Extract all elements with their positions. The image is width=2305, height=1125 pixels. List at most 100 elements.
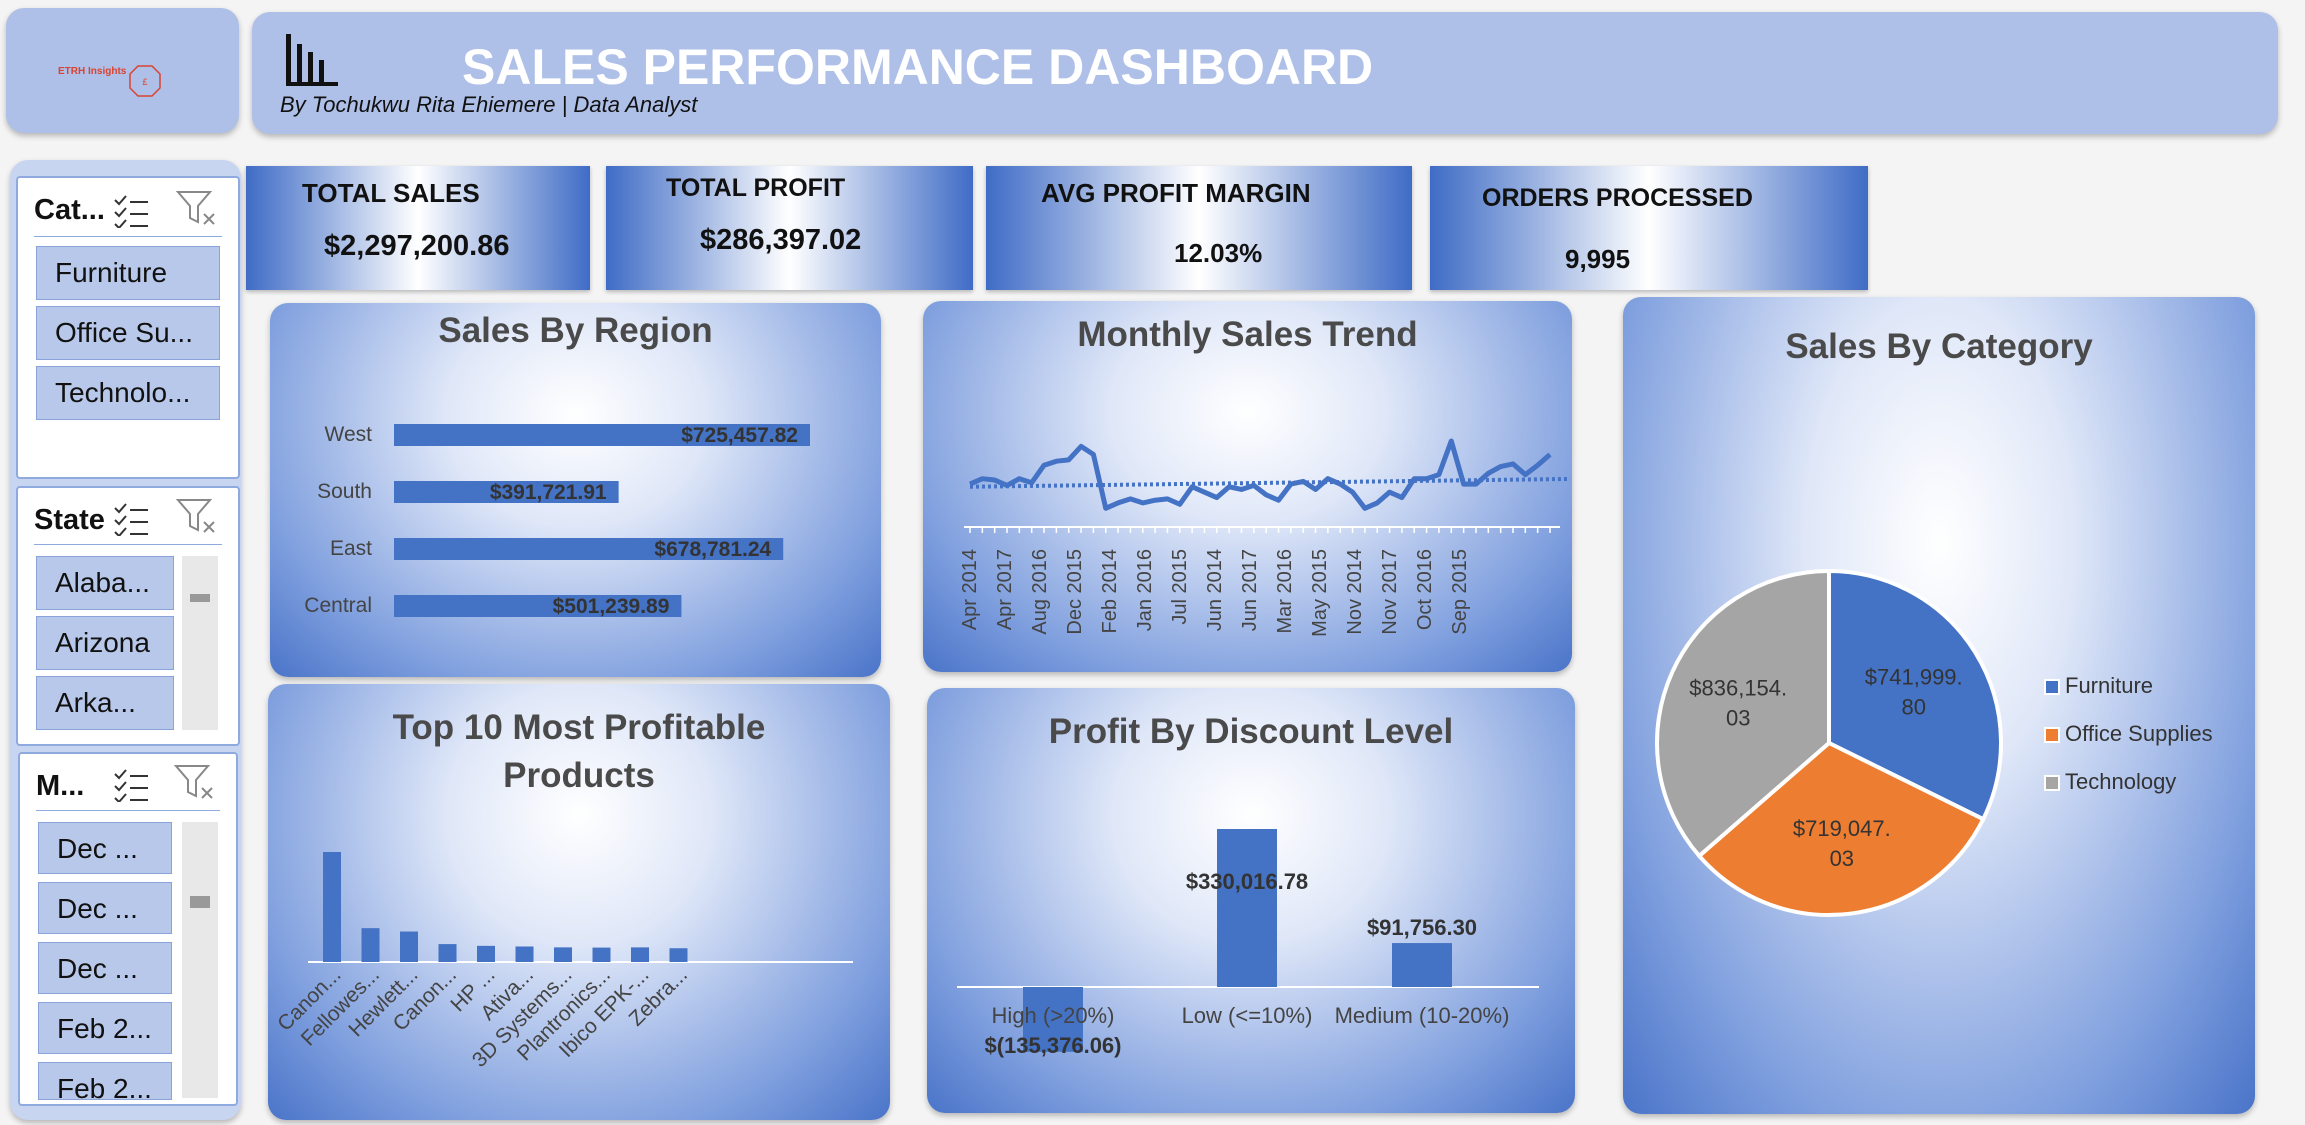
bar xyxy=(361,928,380,962)
slicer-item-state[interactable]: Arizona xyxy=(36,616,174,670)
slicer-item-month[interactable]: Dec ... xyxy=(38,942,172,994)
bar xyxy=(477,945,495,962)
series-line xyxy=(969,438,1552,511)
scrollbar[interactable] xyxy=(182,822,218,1098)
data-label: $501,239.89 xyxy=(553,595,670,618)
legend-swatch xyxy=(2044,727,2060,743)
sales-by-region-chart: Sales By Region West $725,457.82 South $391… xyxy=(270,303,881,677)
multi-select-icon[interactable] xyxy=(112,766,152,802)
top-products-chart: Top 10 Most Profitable Products Canon...… xyxy=(268,684,890,1120)
data-label: $91,756.30 xyxy=(1367,915,1477,940)
kpi-label: AVG PROFIT MARGIN xyxy=(1041,178,1311,208)
axis-tick-label: East xyxy=(330,537,372,560)
slicer-item-technology[interactable]: Technolo... xyxy=(36,366,220,420)
bar xyxy=(323,852,341,962)
month-slicer: M... Dec ... Dec ... Dec ... Feb 2... Fe… xyxy=(18,752,238,1106)
bar xyxy=(515,946,534,962)
multi-select-icon[interactable] xyxy=(112,500,152,536)
legend-swatch xyxy=(2044,679,2060,695)
kpi-total-sales: TOTAL SALES $2,297,200.86 xyxy=(246,166,590,290)
kpi-value: 9,995 xyxy=(1565,244,1631,274)
kpi-orders-processed: ORDERS PROCESSED 9,995 xyxy=(1430,166,1868,290)
axis-tick-label: Jun 2017 xyxy=(1239,549,1261,631)
axis-tick-label: May 2015 xyxy=(1309,549,1331,637)
bar xyxy=(592,947,611,962)
profit-by-discount-plot: $(135,376.06) High (>20%) $330,016.78 Low (… xyxy=(957,829,1539,1058)
axis-tick-label: Apr 2017 xyxy=(994,549,1016,630)
sales-by-category-plot: $741,999. 80$719,047. 03$836,154. 03Furnitu… xyxy=(1655,568,2213,917)
kpi-total-profit: TOTAL PROFIT $286,397.02 xyxy=(606,166,973,290)
monthly-sales-trend-chart: Monthly Sales Trend Apr 2014 Apr 2017 Aug … xyxy=(923,301,1572,672)
slicer-item-state[interactable]: Alaba... xyxy=(36,556,174,610)
page-subtitle: By Tochukwu Rita Ehiemere | Data Analyst xyxy=(280,92,698,117)
bar xyxy=(1217,829,1277,987)
slicer-item-month[interactable]: Feb 2... xyxy=(38,1062,172,1100)
state-slicer: State Alaba... Arizona Arka... xyxy=(16,486,240,746)
axis-tick-label: High (>20%) xyxy=(992,1003,1115,1028)
logo-panel: ETRH Insights £ xyxy=(6,8,239,133)
kpi-label: ORDERS PROCESSED xyxy=(1482,184,1753,212)
axis-tick-label: Oct 2016 xyxy=(1414,549,1436,630)
axis-tick-label: Nov 2017 xyxy=(1379,549,1401,635)
multi-select-icon[interactable] xyxy=(112,192,152,228)
header-banner: SALES PERFORMANCE DASHBOARD By Tochukwu … xyxy=(252,12,2278,134)
slicer-item-month[interactable]: Feb 2... xyxy=(38,1002,172,1054)
axis-tick-label: Feb 2014 xyxy=(1099,549,1121,634)
page-title: SALES PERFORMANCE DASHBOARD xyxy=(462,39,1374,95)
kpi-avg-profit-margin: AVG PROFIT MARGIN 12.03% xyxy=(986,166,1412,290)
sales-by-category-chart: Sales By Category $741,999. 80 $719,047. 03… xyxy=(1623,297,2255,1114)
legend-entry: Office Supplies xyxy=(2065,721,2213,746)
slicer-divider xyxy=(34,236,222,237)
legend-entry: Furniture xyxy=(2065,673,2153,698)
slicer-item-month[interactable]: Dec ... xyxy=(38,822,172,874)
logo-text: ETRH Insights xyxy=(58,66,127,77)
kpi-label: TOTAL PROFIT xyxy=(666,174,846,202)
axis-tick-label: Mar 2016 xyxy=(1274,549,1296,634)
clear-filter-icon[interactable] xyxy=(176,188,218,228)
slicer-divider xyxy=(36,810,220,811)
svg-text:£: £ xyxy=(142,77,147,87)
data-label: $678,781.24 xyxy=(654,538,771,561)
legend-entry: Technology xyxy=(2065,769,2176,794)
bar xyxy=(438,944,457,962)
bar xyxy=(1392,943,1452,987)
slicer-item-furniture[interactable]: Furniture xyxy=(36,246,220,300)
axis-tick-label: Jul 2015 xyxy=(1169,549,1191,625)
monthly-sales-trend-plot: Apr 2014 Apr 2017 Aug 2016 Dec 2015 Feb 2014… xyxy=(959,438,1571,637)
axis-tick-label: Jan 2016 xyxy=(1134,549,1156,631)
scrollbar[interactable] xyxy=(182,556,218,730)
profit-by-discount-chart: Profit By Discount Level $(135,376.06) Hi… xyxy=(927,688,1575,1113)
axis-tick-label: Dec 2015 xyxy=(1064,549,1086,635)
month-slicer-title: M... xyxy=(36,770,85,802)
legend-swatch xyxy=(2044,775,2060,791)
axis-tick-label: Aug 2016 xyxy=(1029,549,1051,635)
axis-tick-label: Low (<=10%) xyxy=(1182,1003,1313,1028)
slicer-item-state[interactable]: Arka... xyxy=(36,676,174,730)
kpi-label: TOTAL SALES xyxy=(302,178,480,208)
sales-by-region-plot: West $725,457.82 South $391,721.91 East $678,… xyxy=(304,423,810,618)
data-label: $391,721.91 xyxy=(490,481,607,504)
kpi-value: $2,297,200.86 xyxy=(324,230,510,262)
bar-chart-icon xyxy=(286,34,338,86)
scrollbar-thumb[interactable] xyxy=(190,896,210,908)
bar xyxy=(669,948,688,962)
axis-tick-label: Medium (10-20%) xyxy=(1335,1003,1510,1028)
slicer-divider xyxy=(34,544,222,545)
axis-tick-label: Nov 2014 xyxy=(1344,549,1366,635)
top-products-plot: Canon...Fellowes...Hewlett...Canon...HP … xyxy=(273,852,853,1072)
category-slicer: Cat... Furniture Office Su... Technolo..… xyxy=(16,176,240,479)
axis-tick-label: South xyxy=(317,480,372,503)
slicer-item-month[interactable]: Dec ... xyxy=(38,882,172,934)
scrollbar-thumb[interactable] xyxy=(190,594,210,602)
axis-tick-label: Central xyxy=(304,594,372,617)
logo-octagon-icon: £ xyxy=(129,65,161,97)
slicer-item-office-supplies[interactable]: Office Su... xyxy=(36,306,220,360)
data-label: $(135,376.06) xyxy=(985,1033,1122,1058)
category-slicer-title: Cat... xyxy=(34,194,105,226)
bar xyxy=(631,947,649,962)
bar xyxy=(400,931,418,962)
clear-filter-icon[interactable] xyxy=(176,496,218,536)
kpi-value: 12.03% xyxy=(1174,238,1263,268)
clear-filter-icon[interactable] xyxy=(174,762,216,802)
data-label: $725,457.82 xyxy=(681,424,798,447)
